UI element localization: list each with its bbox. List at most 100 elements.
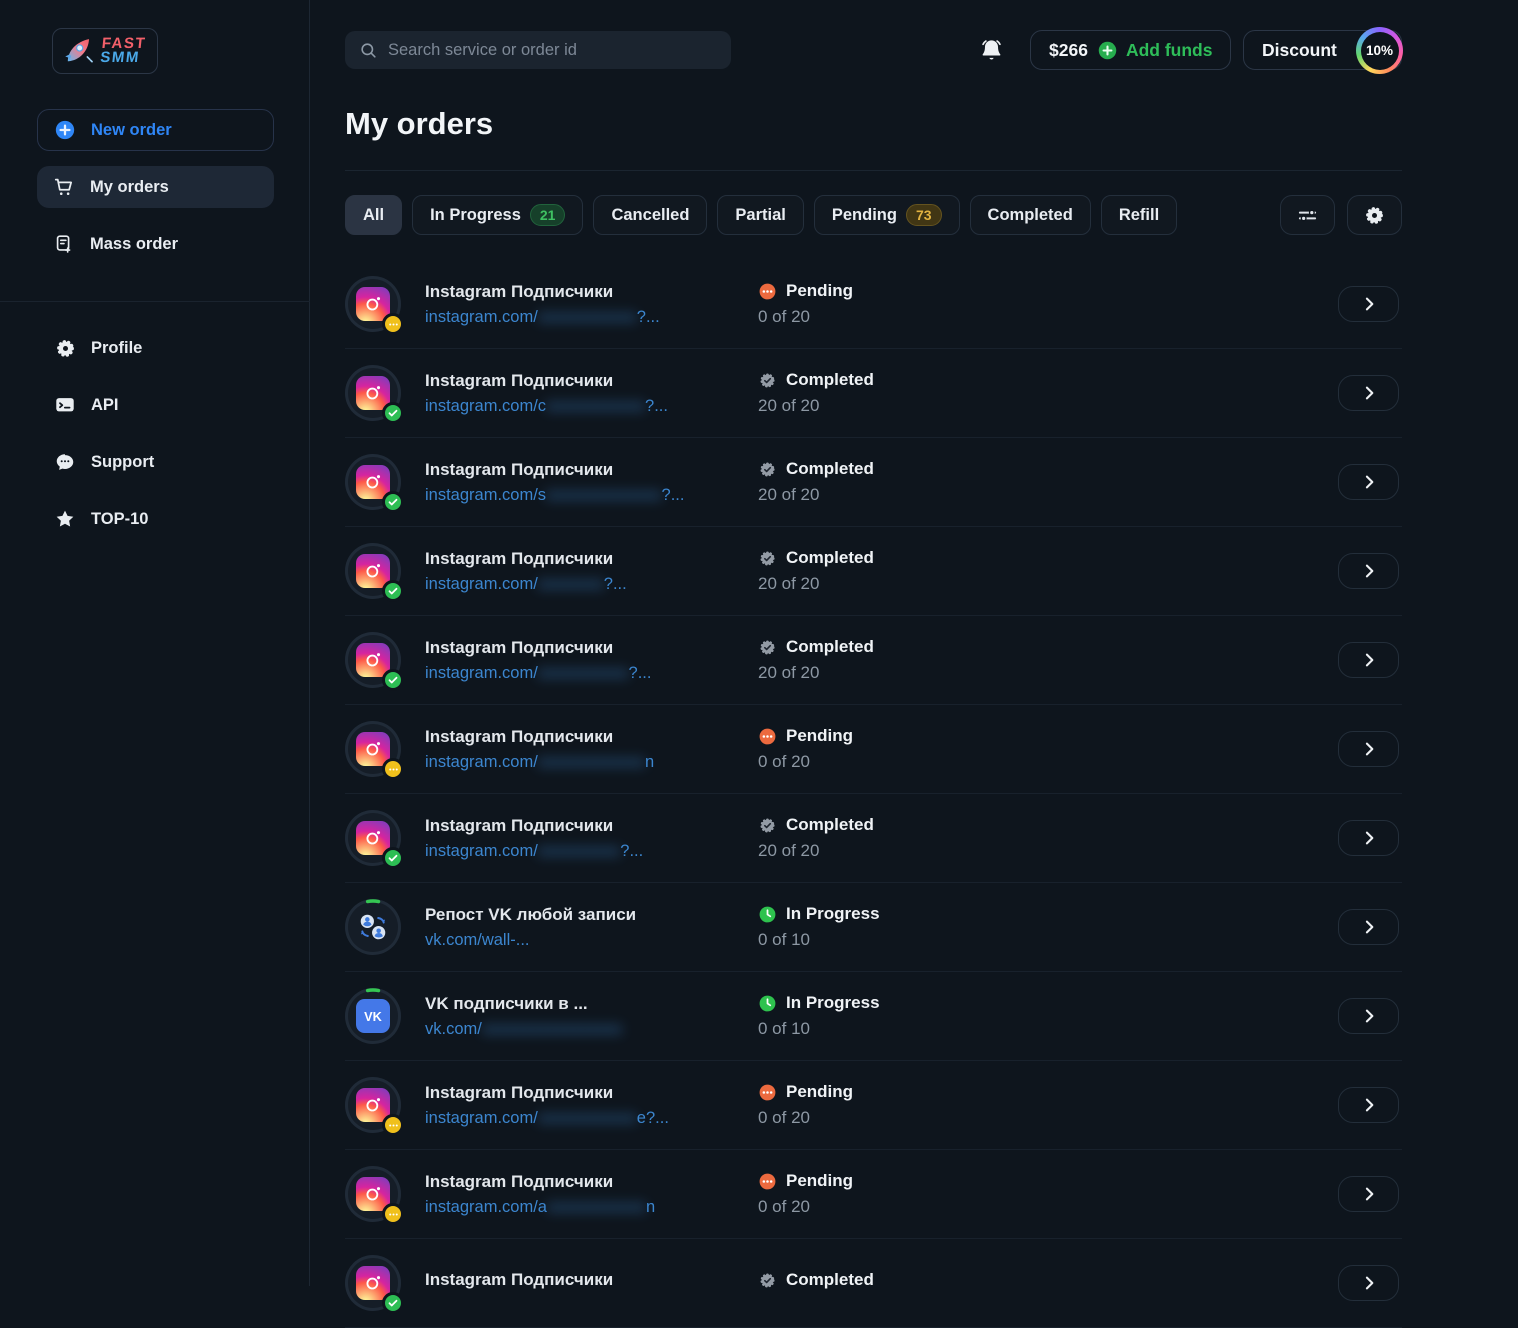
tab-label: Pending (832, 206, 897, 225)
order-row[interactable]: Instagram Подписчикиinstagram.com/xxxxxx… (345, 260, 1402, 349)
sidebar-item-top-10[interactable]: TOP-10 (37, 498, 274, 540)
chat-icon (53, 451, 77, 473)
order-url-redacted: xxxxxxxxxxxx (538, 1109, 637, 1128)
completed-status-icon (758, 460, 777, 479)
order-row[interactable]: Instagram Подписчики instagram.com/axxxxx… (345, 1150, 1402, 1239)
order-details-button[interactable] (1338, 553, 1399, 589)
order-url-prefix: instagram.com/ (425, 575, 538, 594)
sidebar-item-label: Mass order (90, 235, 178, 254)
order-url-redacted: xxxxxxxx (538, 575, 604, 594)
order-details-button[interactable] (1338, 1265, 1399, 1301)
completed-status-icon (758, 1271, 777, 1290)
order-avatar (345, 1255, 401, 1311)
tab-cancelled[interactable]: Cancelled (593, 195, 707, 235)
order-avatar (345, 632, 401, 688)
order-details-button[interactable] (1338, 820, 1399, 856)
brand-logo[interactable]: FAST SMM (52, 28, 158, 74)
sidebar-item-label: My orders (90, 178, 169, 197)
order-link[interactable]: instagram.com/cxxxxxxxxxxxx?... (425, 397, 668, 416)
gear-icon (1363, 204, 1386, 227)
order-title: Instagram Подписчики (425, 1083, 669, 1103)
sidebar-item-api[interactable]: API (37, 384, 274, 426)
order-info: Instagram Подписчики (425, 1270, 613, 1296)
order-details-button[interactable] (1338, 375, 1399, 411)
order-link[interactable]: vk.com/wall-... (425, 931, 636, 950)
completed-badge-icon (382, 847, 404, 869)
order-info: Instagram Подписчикиinstagram.com/xxxxxx… (425, 638, 651, 683)
order-row[interactable]: Instagram Подписчикиinstagram.com/xxxxxx… (345, 794, 1402, 883)
completed-status-icon (758, 638, 777, 657)
tab-all[interactable]: All (345, 195, 402, 235)
completed-status-icon (758, 816, 777, 835)
order-link[interactable]: instagram.com/xxxxxxxxxxxxe?... (425, 1109, 669, 1128)
order-row[interactable]: Instagram Подписчикиinstagram.com/cxxxxx… (345, 349, 1402, 438)
sidebar-item-my-orders[interactable]: My orders (37, 166, 274, 208)
order-link[interactable]: instagram.com/xxxxxxxx?... (425, 575, 627, 594)
status-completed: Completed (758, 459, 874, 479)
order-url-suffix: ?... (645, 397, 668, 416)
status-in_progress: In Progress (758, 993, 880, 1013)
order-url-suffix: ?... (637, 308, 660, 327)
order-link[interactable]: instagram.com/xxxxxxxxxxxx?... (425, 308, 660, 327)
order-details-button[interactable] (1338, 998, 1399, 1034)
completed-badge-icon (382, 580, 404, 602)
order-url-redacted: xxxxxxxxxx (538, 842, 621, 861)
order-link[interactable]: vk.com/xxxxxxxxxxxxxxxxx (425, 1020, 622, 1039)
sidebar-item-support[interactable]: Support (37, 441, 274, 483)
order-status: Pending0 of 20 (758, 1171, 853, 1217)
order-row[interactable]: VKVK подписчики в ...vk.com/xxxxxxxxxxxx… (345, 972, 1402, 1061)
tab-partial[interactable]: Partial (717, 195, 803, 235)
order-title: Instagram Подписчики (425, 1172, 655, 1192)
order-row[interactable]: Instagram Подписчики instagram.com/xxxxxx… (345, 1061, 1402, 1150)
order-details-button[interactable] (1338, 1176, 1399, 1212)
order-details-button[interactable] (1338, 286, 1399, 322)
add-funds-button[interactable]: Add funds (1097, 40, 1213, 61)
order-status: Completed20 of 20 (758, 637, 874, 683)
order-link[interactable]: instagram.com/sxxxxxxxxxxxxxx?... (425, 486, 684, 505)
order-details-button[interactable] (1338, 464, 1399, 500)
order-details-button[interactable] (1338, 642, 1399, 678)
progress-arc (345, 988, 401, 1044)
discount-value: 10% (1361, 32, 1399, 70)
tab-pending[interactable]: Pending73 (814, 195, 960, 235)
status-label: Pending (786, 1082, 853, 1102)
order-row[interactable]: Instagram Подписчикиinstagram.com/xxxxxx… (345, 527, 1402, 616)
completed-status-icon (758, 371, 777, 390)
order-info: VK подписчики в ...vk.com/xxxxxxxxxxxxxx… (425, 994, 622, 1039)
terminal-icon (53, 394, 77, 416)
chevron-right-icon (1359, 1184, 1379, 1204)
order-link[interactable]: instagram.com/xxxxxxxxxx?... (425, 842, 643, 861)
page-title: My orders (345, 106, 493, 142)
status-pending: Pending (758, 1171, 853, 1191)
discount-pill[interactable]: Discount 10% (1243, 30, 1402, 70)
order-link[interactable]: instagram.com/xxxxxxxxxxx?... (425, 664, 651, 683)
list-settings-button[interactable] (1347, 195, 1402, 235)
order-details-button[interactable] (1338, 1087, 1399, 1123)
search-icon (359, 41, 378, 60)
order-url-prefix: vk.com/wall-... (425, 931, 530, 950)
filter-sort-button[interactable] (1280, 195, 1335, 235)
sidebar-item-mass-order[interactable]: Mass order (37, 223, 274, 265)
notifications-button[interactable] (978, 35, 1008, 65)
order-url-redacted: xxxxxxxxxxxx (538, 308, 637, 327)
balance-pill[interactable]: $266 Add funds (1030, 30, 1231, 70)
order-row[interactable]: Instagram Подписчикиinstagram.com/xxxxxx… (345, 705, 1402, 794)
order-link[interactable]: instagram.com/axxxxxxxxxxxxn (425, 1198, 655, 1217)
tab-completed[interactable]: Completed (970, 195, 1091, 235)
order-row[interactable]: Instagram Подписчикиinstagram.com/sxxxxx… (345, 438, 1402, 527)
order-details-button[interactable] (1338, 909, 1399, 945)
order-url-redacted: xxxxxxxxxxxxxx (546, 486, 662, 505)
order-row[interactable]: Instagram ПодписчикиCompleted (345, 1239, 1402, 1328)
tab-refill[interactable]: Refill (1101, 195, 1177, 235)
chevron-right-icon (1359, 472, 1379, 492)
search-input[interactable] (388, 41, 717, 60)
sidebar-divider (0, 301, 310, 302)
order-row[interactable]: Instagram Подписчикиinstagram.com/xxxxxx… (345, 616, 1402, 705)
order-details-button[interactable] (1338, 731, 1399, 767)
order-link[interactable]: instagram.com/xxxxxxxxxxxxxn (425, 753, 654, 772)
tab-in-progress[interactable]: In Progress21 (412, 195, 583, 235)
order-row[interactable]: Репост VK любой записиvk.com/wall-...In … (345, 883, 1402, 972)
tab-label: Partial (735, 206, 785, 225)
sidebar-item-profile[interactable]: Profile (37, 327, 274, 369)
sidebar-item-new-order[interactable]: New order (37, 109, 274, 151)
